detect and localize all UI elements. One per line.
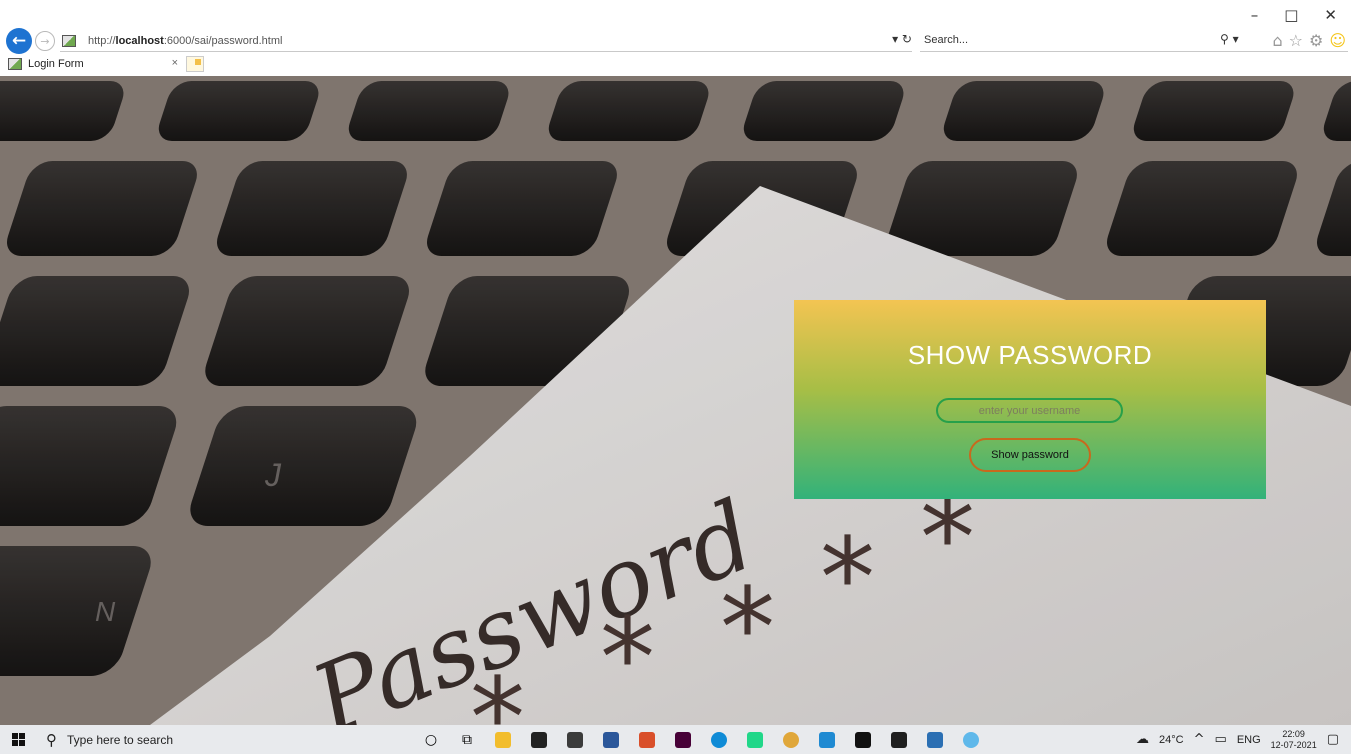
taskbar-search[interactable]: ⚲ Type here to search [36,725,302,754]
language-indicator[interactable]: ENG [1237,734,1261,746]
page-viewport: J N Password * * * * * SHOW PASSWORD Sho… [0,76,1351,725]
terminal-icon[interactable] [852,730,874,750]
store-icon[interactable] [528,730,550,750]
url-text[interactable]: http://localhost:6000/sai/password.html [88,35,282,47]
browser-search-box[interactable]: ⚲ ▾ ⌂ ☆ ⚙ ☺ [920,30,1348,52]
system-tray: ☁ 24°C ^ ▭ ENG 22:09 12-07-2021 ▢ [1136,725,1351,754]
forward-button[interactable]: → [35,31,55,51]
taskbar-apps: ○ ⧉ [420,730,982,750]
show-password-button[interactable]: Show password [969,438,1091,472]
taskbar: ⚲ Type here to search ○ ⧉ ☁ 24°C ^ ▭ ENG… [0,725,1351,754]
weather-temp[interactable]: 24°C [1159,734,1184,746]
edge-icon[interactable] [708,730,730,750]
settings-gear-icon[interactable]: ⚙ [1309,31,1323,50]
toolbar-icons: ⌂ ☆ ⚙ ☺ [1272,31,1346,50]
feedback-smiley-icon[interactable]: ☺ [1329,31,1346,50]
maximize-button[interactable]: □ [1284,6,1298,24]
file-explorer-icon[interactable] [492,730,514,750]
tab-login-form[interactable]: Login Form × [6,54,184,74]
chevron-up-icon[interactable]: ^ [1194,732,1205,747]
address-bar[interactable]: http://localhost:6000/sai/password.html … [60,30,912,52]
browser-chrome: – □ ✕ ← → http://localhost:6000/sai/pass… [0,0,1351,76]
clock-date: 12-07-2021 [1270,739,1317,750]
xd-icon[interactable] [672,730,694,750]
tab-close-icon[interactable]: × [172,57,178,69]
taskbar-search-text[interactable]: Type here to search [67,733,173,747]
weather-icon[interactable]: ☁ [1136,732,1149,747]
panel-title: SHOW PASSWORD [907,340,1153,370]
ie-icon[interactable] [960,730,982,750]
arrow-left-icon: ← [11,31,27,51]
vscode-icon[interactable] [816,730,838,750]
page-icon [62,34,76,47]
tab-title: Login Form [28,58,84,70]
notifications-icon[interactable]: ▢ [1327,732,1339,747]
clock[interactable]: 22:09 12-07-2021 [1271,729,1317,751]
battery-icon[interactable]: ▭ [1215,732,1227,747]
username-input[interactable] [936,398,1123,423]
word-icon[interactable] [600,730,622,750]
home-icon[interactable]: ⌂ [1272,31,1282,50]
refresh-icon[interactable]: ▾ ↻ [892,32,912,46]
favorites-star-icon[interactable]: ☆ [1289,31,1303,50]
navigation-row: ← → http://localhost:6000/sai/password.h… [6,28,1348,54]
paint-icon[interactable] [924,730,946,750]
tab-row: Login Form × [6,54,204,74]
cortana-icon[interactable]: ○ [420,730,442,750]
login-panel: SHOW PASSWORD Show password [794,300,1266,499]
photos-icon[interactable] [888,730,910,750]
windows-logo-icon [11,733,25,746]
arrow-right-icon: → [40,34,50,48]
pycharm-icon[interactable] [744,730,766,750]
mail-icon[interactable] [564,730,586,750]
task-view-icon[interactable]: ⧉ [456,730,478,750]
app-red-icon[interactable] [636,730,658,750]
search-icon: ⚲ [46,730,57,749]
back-button[interactable]: ← [6,28,32,54]
chrome-icon[interactable] [780,730,802,750]
browser-search-input[interactable] [920,30,1200,50]
close-button[interactable]: ✕ [1324,6,1337,24]
minimize-button[interactable]: – [1251,6,1259,24]
search-icon[interactable]: ⚲ ▾ [1220,32,1239,46]
window-controls: – □ ✕ [1251,6,1337,24]
new-tab-button[interactable] [186,56,204,72]
start-button[interactable] [0,725,36,754]
tab-page-icon [8,58,22,70]
clock-time: 22:09 [1282,728,1305,739]
